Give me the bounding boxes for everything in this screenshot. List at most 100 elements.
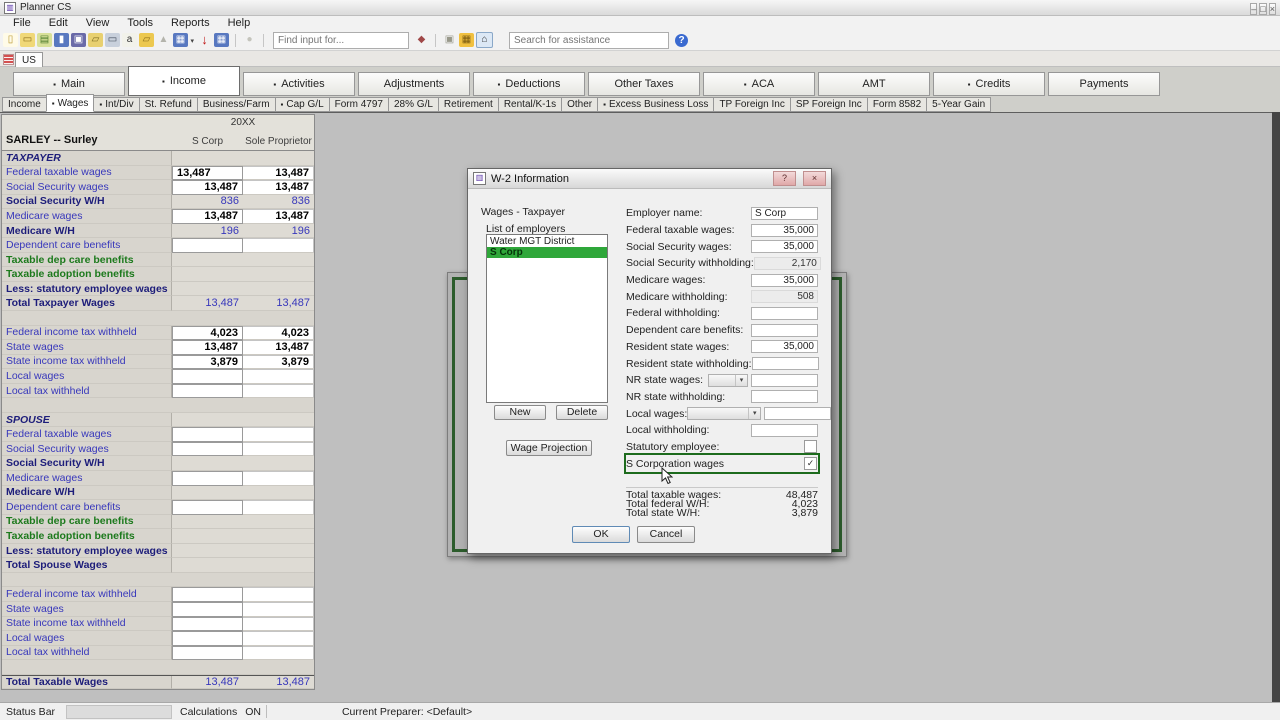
row-label-spouse[interactable]: SPOUSE bbox=[2, 413, 172, 428]
close-button[interactable]: × bbox=[1269, 3, 1276, 15]
cell-federal-income-tax-withheld-col1[interactable]: 4,023 bbox=[172, 326, 243, 341]
tab-payments[interactable]: Payments bbox=[1048, 72, 1160, 96]
cell-state-wages-col2[interactable]: 13,487 bbox=[243, 340, 314, 355]
tab-st-refund[interactable]: St. Refund bbox=[139, 97, 198, 112]
delete-button[interactable]: Delete bbox=[556, 405, 608, 420]
field-local-wages[interactable] bbox=[764, 407, 831, 420]
new-document-icon[interactable]: ▯ bbox=[3, 33, 18, 47]
wage-projection-button[interactable]: Wage Projection bbox=[506, 440, 592, 456]
field-nr-state-withholding[interactable] bbox=[751, 390, 818, 403]
row-label-federal-income-tax-withheld[interactable]: Federal income tax withheld bbox=[2, 587, 172, 602]
cell-local-wages-col2[interactable] bbox=[243, 369, 314, 384]
cell-state-income-tax-withheld-col2[interactable] bbox=[243, 617, 314, 632]
row-label-state-income-tax-withheld[interactable]: State income tax withheld bbox=[2, 355, 172, 370]
field-federal-withholding[interactable] bbox=[751, 307, 818, 320]
tab-tp-foreign-inc[interactable]: TP Foreign Inc bbox=[713, 97, 790, 112]
cell-federal-taxable-wages-col2[interactable]: 13,487 bbox=[243, 166, 314, 181]
tab-business-farm[interactable]: Business/Farm bbox=[197, 97, 276, 112]
tab-wages[interactable]: ▪Wages bbox=[46, 94, 95, 112]
menu-edit[interactable]: Edit bbox=[40, 17, 77, 29]
field-resident-state-withholding[interactable] bbox=[752, 357, 819, 370]
dialog-close-button[interactable]: × bbox=[803, 171, 826, 186]
cell-medicare-wages-col1[interactable]: 13,487 bbox=[172, 209, 243, 224]
tab-rental-k-1s[interactable]: Rental/K-1s bbox=[498, 97, 562, 112]
row-label-total-taxpayer-wages[interactable]: Total Taxpayer Wages bbox=[2, 296, 172, 311]
tab-income[interactable]: Income bbox=[2, 97, 47, 112]
row-label-taxpayer[interactable]: TAXPAYER bbox=[2, 151, 172, 166]
tab-other[interactable]: Other bbox=[561, 97, 598, 112]
checkbox-statutory-employee[interactable] bbox=[804, 440, 817, 453]
dropdown-local-wages[interactable]: ▾ bbox=[687, 407, 761, 420]
field-federal-taxable-wages[interactable]: 35,000 bbox=[751, 224, 818, 237]
cell-federal-taxable-wages-col1[interactable]: 13,487 bbox=[172, 166, 243, 181]
remove-disabled-icon[interactable]: ● bbox=[242, 33, 257, 47]
cell-state-wages-col1[interactable]: 13,487 bbox=[172, 340, 243, 355]
dialog-help-button[interactable]: ? bbox=[773, 171, 796, 186]
help-icon[interactable]: ? bbox=[675, 34, 688, 47]
tab-form-8582[interactable]: Form 8582 bbox=[867, 97, 927, 112]
cell-medicare-wages-col1[interactable] bbox=[172, 471, 243, 486]
cell-federal-taxable-wages-col1[interactable] bbox=[172, 427, 243, 442]
tab-other-taxes[interactable]: Other Taxes bbox=[588, 72, 700, 96]
cell-state-income-tax-withheld-col2[interactable]: 3,879 bbox=[243, 355, 314, 370]
find-input[interactable] bbox=[273, 32, 409, 49]
tab-form-4797[interactable]: Form 4797 bbox=[329, 97, 389, 112]
grid-icon[interactable]: ▦ bbox=[214, 33, 229, 47]
cell-federal-taxable-wages-col2[interactable] bbox=[243, 427, 314, 442]
tab-retirement[interactable]: Retirement bbox=[438, 97, 499, 112]
row-label-local-tax-withheld[interactable]: Local tax withheld bbox=[2, 646, 172, 661]
tab-int-div[interactable]: ▪Int/Div bbox=[93, 97, 139, 112]
field-local-withholding[interactable] bbox=[751, 424, 818, 437]
tab-5-year-gain[interactable]: 5-Year Gain bbox=[926, 97, 991, 112]
row-label-state-wages[interactable]: State wages bbox=[2, 602, 172, 617]
row-label-social-security-w-h[interactable]: Social Security W/H bbox=[2, 456, 172, 471]
tab-28-g-l[interactable]: 28% G/L bbox=[388, 97, 439, 112]
menu-tools[interactable]: Tools bbox=[118, 17, 162, 29]
cell-local-tax-withheld-col2[interactable] bbox=[243, 384, 314, 399]
row-label-social-security-w-h[interactable]: Social Security W/H bbox=[2, 195, 172, 210]
table-menu-icon[interactable]: ▦▾ bbox=[173, 33, 188, 47]
cell-medicare-wages-col2[interactable] bbox=[243, 471, 314, 486]
import-icon[interactable]: ↓ bbox=[197, 33, 212, 47]
row-label-taxable-adoption-benefits[interactable]: Taxable adoption benefits bbox=[2, 267, 172, 282]
field-social-security-wages[interactable]: 35,000 bbox=[751, 240, 818, 253]
cell-local-wages-col1[interactable] bbox=[172, 631, 243, 646]
field-employer-name[interactable]: S Corp bbox=[751, 207, 818, 220]
cell-state-wages-col1[interactable] bbox=[172, 602, 243, 617]
assistance-input[interactable] bbox=[509, 32, 669, 49]
tab-excess-business-loss[interactable]: ▪Excess Business Loss bbox=[597, 97, 714, 112]
cell-local-tax-withheld-col1[interactable] bbox=[172, 384, 243, 399]
row-label-social-security-wages[interactable]: Social Security wages bbox=[2, 442, 172, 457]
tab-income[interactable]: ▪Income bbox=[128, 66, 240, 96]
row-label-state-income-tax-withheld[interactable]: State income tax withheld bbox=[2, 617, 172, 632]
cell-medicare-wages-col2[interactable]: 13,487 bbox=[243, 209, 314, 224]
clipboard-icon[interactable]: ▣ bbox=[442, 33, 457, 47]
menu-help[interactable]: Help bbox=[219, 17, 260, 29]
play-disabled-icon[interactable]: ▲ bbox=[156, 33, 171, 47]
row-label-taxable-adoption-benefits[interactable]: Taxable adoption benefits bbox=[2, 529, 172, 544]
new-button[interactable]: New bbox=[494, 405, 546, 420]
row-label-medicare-w-h[interactable]: Medicare W/H bbox=[2, 224, 172, 239]
cell-social-security-wages-col1[interactable] bbox=[172, 442, 243, 457]
row-label-taxable-dep-care-benefits[interactable]: Taxable dep care benefits bbox=[2, 515, 172, 530]
checkbox-s-corporation-wages[interactable]: ✓ bbox=[804, 457, 817, 470]
field-nr-state-wages[interactable] bbox=[751, 374, 818, 387]
cell-social-security-wages-col2[interactable]: 13,487 bbox=[243, 180, 314, 195]
menu-view[interactable]: View bbox=[77, 17, 119, 29]
row-label-taxable-dep-care-benefits[interactable]: Taxable dep care benefits bbox=[2, 253, 172, 268]
tab-credits[interactable]: ▪Credits bbox=[933, 72, 1045, 96]
home-icon[interactable]: ⌂ bbox=[476, 32, 493, 48]
row-label-total-taxable-wages[interactable]: Total Taxable Wages bbox=[2, 676, 172, 690]
maximize-button[interactable]: □ bbox=[1259, 3, 1266, 15]
open-folder-icon[interactable]: ▭ bbox=[20, 33, 35, 47]
field-dependent-care-benefits[interactable] bbox=[751, 324, 818, 337]
row-label-less-statutory-employee-wages[interactable]: Less: statutory employee wages bbox=[2, 544, 172, 559]
cell-local-wages-col1[interactable] bbox=[172, 369, 243, 384]
tab-adjustments[interactable]: Adjustments bbox=[358, 72, 470, 96]
binoculars-icon[interactable]: ▣ bbox=[71, 33, 86, 47]
minimize-button[interactable]: – bbox=[1250, 3, 1257, 15]
tab-cap-g-l[interactable]: ▪Cap G/L bbox=[275, 97, 330, 112]
tab-activities[interactable]: ▪Activities bbox=[243, 72, 355, 96]
row-label-local-wages[interactable]: Local wages bbox=[2, 631, 172, 646]
cell-state-income-tax-withheld-col1[interactable]: 3,879 bbox=[172, 355, 243, 370]
